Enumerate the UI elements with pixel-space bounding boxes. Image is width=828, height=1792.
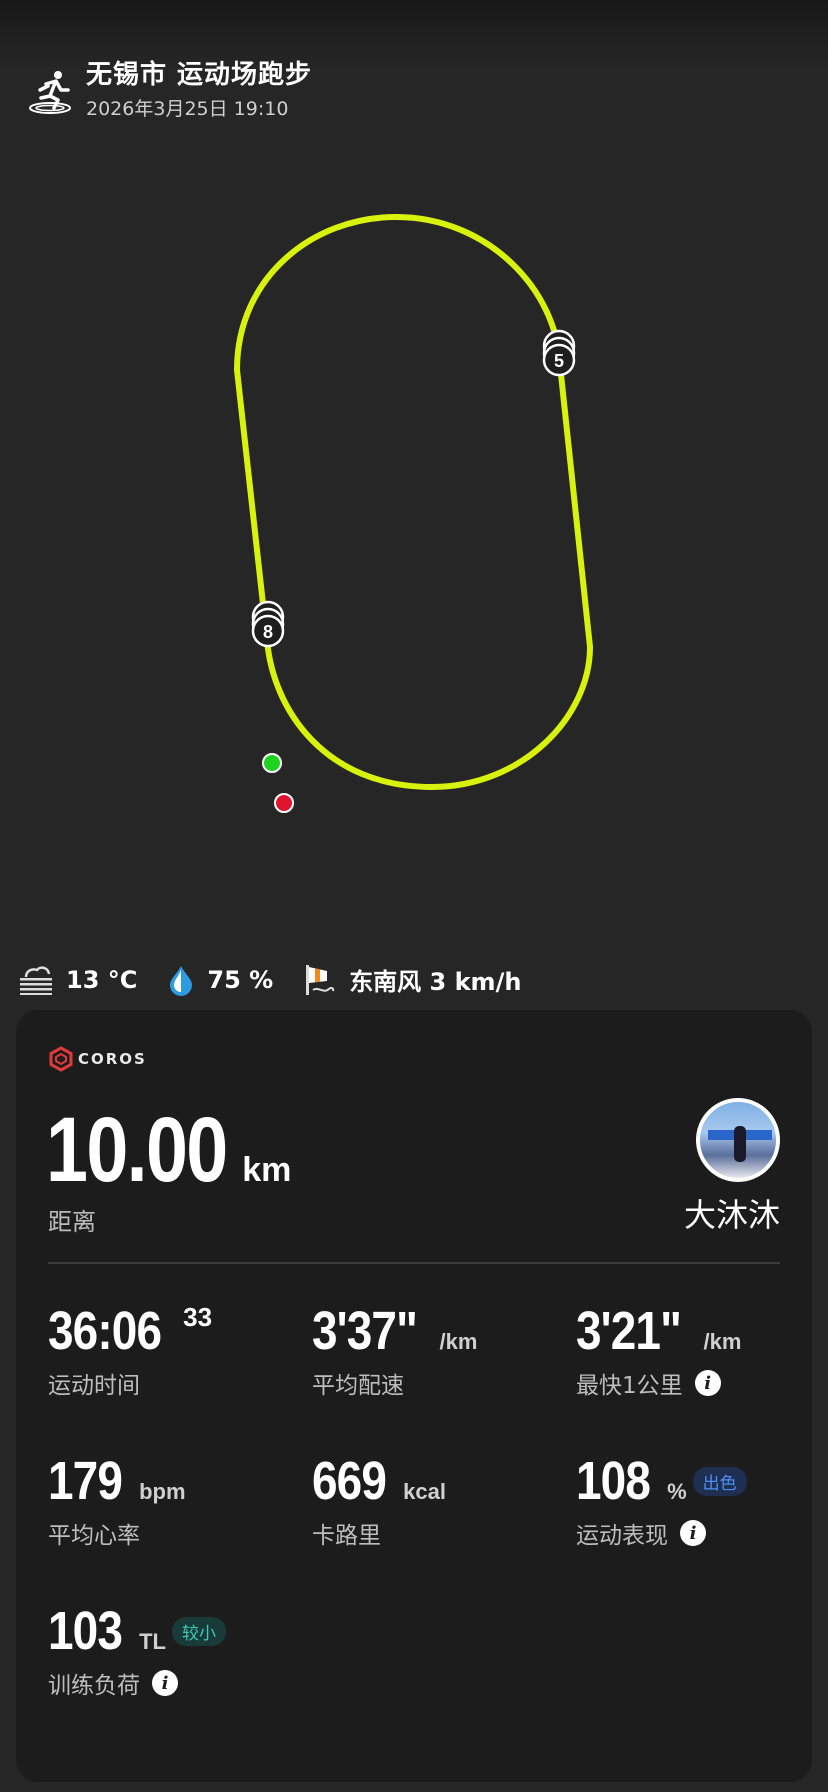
activity-title: 无锡市 运动场跑步 (86, 60, 313, 90)
activity-datetime: 2026年3月25日 19:10 (86, 98, 289, 120)
stat-avg-pace: 3'37" /km 平均配速 (312, 1300, 477, 1400)
header: 无锡市 运动场跑步 2026年3月25日 19:10 (28, 58, 312, 121)
calories-value: 669 (312, 1451, 387, 1511)
avg-hr-value: 179 (48, 1451, 123, 1511)
weather-wind: 东南风 3 km/h (303, 962, 521, 997)
fog-icon (20, 965, 52, 995)
moving-time-label: 运动时间 (48, 1373, 140, 1399)
avatar[interactable] (696, 1098, 780, 1182)
performance-label: 运动表现 (576, 1523, 668, 1549)
moving-time-hundredths: 33 (183, 1302, 213, 1332)
training-load-unit: TL (139, 1629, 166, 1654)
fastest-km-label: 最快1公里 (576, 1373, 683, 1399)
distance-label: 距离 (48, 1208, 96, 1236)
avg-hr-label: 平均心率 (48, 1523, 140, 1549)
km-marker-8[interactable]: 8 (251, 600, 285, 648)
route-track (234, 214, 593, 790)
stat-training-load: 103 TL 较小 训练负荷 i (48, 1600, 226, 1700)
km-marker-8-label: 8 (263, 622, 273, 642)
humidity-value: 75 % (207, 965, 274, 994)
performance-unit: % (667, 1479, 687, 1504)
brand-name: COROS (78, 1050, 147, 1068)
coros-logo: COROS (48, 1046, 147, 1072)
km-marker-5-label: 5 (554, 351, 564, 371)
info-icon[interactable]: i (694, 1370, 721, 1396)
avg-pace-value: 3'37" (312, 1301, 418, 1361)
moving-time-value: 36:06 (48, 1301, 162, 1361)
performance-badge: 出色 (692, 1466, 747, 1496)
info-icon[interactable]: i (152, 1670, 178, 1696)
stat-moving-time: 36:06 33 运动时间 (48, 1300, 212, 1400)
fastest-km-value: 3'21" (576, 1301, 682, 1361)
stat-performance: 108 % 出色 运动表现 i (576, 1450, 747, 1550)
weather-humidity: 75 % (167, 964, 273, 996)
weather-temperature: 13 °C (18, 965, 137, 995)
training-load-badge: 较小 (172, 1616, 226, 1646)
humidity-drop-icon (170, 965, 193, 996)
track-running-icon (29, 71, 71, 114)
end-point (274, 793, 294, 813)
route-map[interactable]: 5 8 (0, 150, 828, 930)
username[interactable]: 大沐沐 (684, 1190, 780, 1236)
training-load-label: 训练负荷 (48, 1673, 140, 1699)
wind-value: 东南风 3 km/h (349, 968, 522, 996)
distance-display: 10.00 km (46, 1098, 291, 1203)
distance-unit: km (242, 1151, 292, 1189)
avg-hr-unit: bpm (139, 1479, 186, 1504)
stats-card: COROS 10.00 km 距离 大沐沐 36:06 33 运动时间 3'37… (16, 1010, 812, 1782)
stat-calories: 669 kcal 卡路里 (312, 1450, 446, 1550)
workout-share-page: 无锡市 运动场跑步 2026年3月25日 19:10 5 8 13 °C 75 … (0, 0, 828, 1792)
performance-value: 108 (576, 1451, 651, 1511)
stat-fastest-km: 3'21" /km 最快1公里 i (576, 1300, 741, 1400)
km-marker-5[interactable]: 5 (542, 329, 576, 377)
info-icon[interactable]: i (680, 1520, 706, 1546)
weather-bar: 13 °C 75 % 东南风 3 km/h (18, 962, 551, 997)
start-point (262, 753, 282, 773)
avg-pace-unit: /km (439, 1329, 478, 1354)
coros-hexagon-icon (49, 1046, 73, 1072)
windsock-icon (306, 964, 335, 995)
temperature-value: 13 °C (66, 965, 138, 994)
stat-avg-heart-rate: 179 bpm 平均心率 (48, 1450, 186, 1550)
calories-label: 卡路里 (312, 1523, 381, 1549)
fastest-km-unit: /km (703, 1329, 742, 1354)
avg-pace-label: 平均配速 (312, 1373, 404, 1399)
training-load-value: 103 (48, 1601, 123, 1661)
divider (48, 1262, 780, 1264)
distance-value: 10.00 (46, 1099, 228, 1201)
calories-unit: kcal (403, 1479, 446, 1504)
